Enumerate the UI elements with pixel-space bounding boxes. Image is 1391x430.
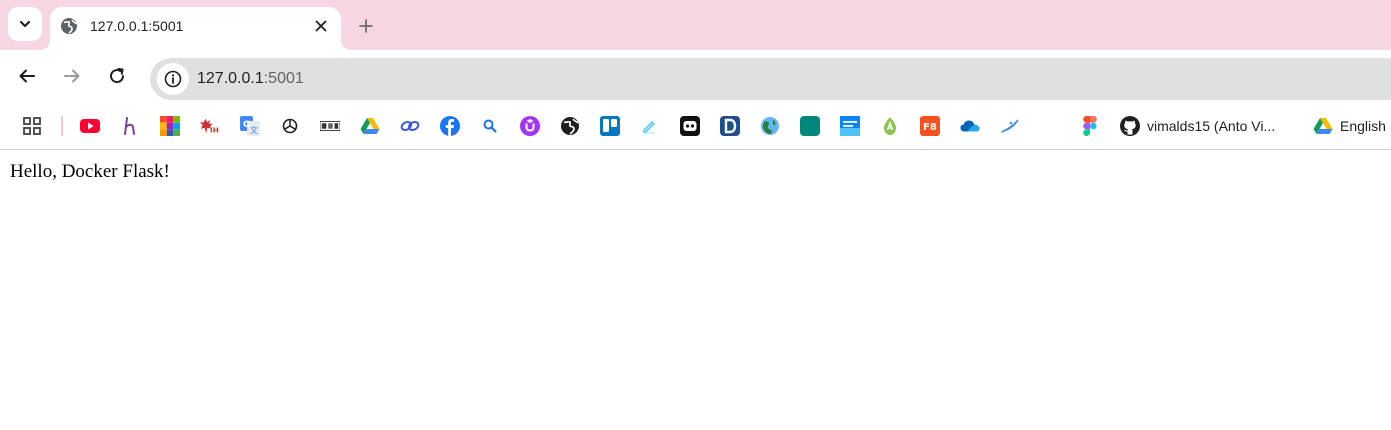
bookmark-figma[interactable] bbox=[1080, 116, 1100, 136]
interviewhelp-icon: IH bbox=[200, 118, 219, 134]
url-host: 127.0.0.1 bbox=[197, 70, 264, 87]
android-icon bbox=[884, 117, 896, 135]
link-icon bbox=[400, 120, 420, 132]
github-icon bbox=[1120, 116, 1140, 136]
onedrive-icon bbox=[960, 120, 980, 132]
svg-text:F8: F8 bbox=[923, 122, 937, 133]
arrow-left-icon bbox=[19, 69, 35, 83]
google-translate-icon: G文 bbox=[240, 116, 260, 136]
bookmark-microsoft[interactable] bbox=[160, 116, 180, 136]
freepik-icon bbox=[320, 121, 340, 131]
bookmark-udemy[interactable] bbox=[520, 116, 540, 136]
bookmark-robot[interactable] bbox=[680, 116, 700, 136]
arrow-right-icon bbox=[64, 69, 80, 83]
bookmark-search[interactable] bbox=[480, 116, 500, 136]
bookmark-link[interactable] bbox=[400, 116, 420, 136]
reload-button[interactable] bbox=[104, 63, 130, 89]
google-drive-icon bbox=[1313, 118, 1333, 134]
bookmark-interviewhelp[interactable]: IH bbox=[200, 116, 220, 136]
bookmark-globe[interactable] bbox=[560, 116, 580, 136]
reload-icon bbox=[110, 67, 125, 84]
globe-icon bbox=[61, 18, 77, 34]
info-icon bbox=[164, 70, 182, 88]
bookmark-google-translate[interactable]: G文 bbox=[240, 116, 260, 136]
f8-icon: F8 bbox=[920, 116, 940, 136]
tab-search-button[interactable] bbox=[8, 7, 42, 41]
chevron-down-icon bbox=[19, 20, 31, 28]
back-button[interactable] bbox=[14, 63, 40, 89]
plus-icon bbox=[359, 19, 373, 33]
bookmark-freepik[interactable] bbox=[320, 116, 340, 136]
figma-icon bbox=[1083, 116, 1097, 136]
bookmark-textdst[interactable] bbox=[840, 116, 860, 136]
url-port: :5001 bbox=[263, 70, 304, 87]
close-icon bbox=[315, 20, 327, 32]
bookmark-teal-square[interactable] bbox=[800, 116, 820, 136]
bookmark-onedrive[interactable] bbox=[960, 116, 980, 136]
new-tab-button[interactable] bbox=[354, 14, 378, 38]
bookmark-swoosh[interactable] bbox=[1000, 116, 1020, 136]
svg-text:文: 文 bbox=[250, 125, 258, 135]
tab-strip: 127.0.0.1:5001 bbox=[0, 0, 1391, 50]
tab-close-button[interactable] bbox=[311, 16, 331, 36]
bookmark-f8[interactable]: F8 bbox=[920, 116, 940, 136]
apps-button[interactable] bbox=[22, 116, 42, 136]
pen-icon bbox=[642, 121, 655, 134]
robot-icon bbox=[680, 116, 700, 136]
hackerrank-icon bbox=[124, 117, 135, 135]
bookmark-github[interactable] bbox=[1120, 116, 1140, 136]
openai-icon bbox=[282, 118, 298, 134]
url-text[interactable]: 127.0.0.1:5001 bbox=[197, 69, 304, 89]
forward-button[interactable] bbox=[59, 63, 85, 89]
page-content: Hello, Docker Flask! bbox=[0, 151, 1391, 430]
page-body-text: Hello, Docker Flask! bbox=[10, 161, 170, 182]
microsoft-icon bbox=[160, 116, 180, 136]
tab-title: 127.0.0.1:5001 bbox=[90, 18, 184, 34]
search-icon bbox=[483, 119, 497, 133]
bookmarks-bar: IH G文 F8 vimalds15 (Anto Vi... English bbox=[0, 102, 1391, 150]
bookmark-dev[interactable] bbox=[720, 116, 740, 136]
dev-icon bbox=[720, 116, 740, 136]
bookmark-youtube[interactable] bbox=[80, 116, 100, 136]
teal-square-icon bbox=[800, 116, 820, 136]
earth-icon bbox=[761, 117, 779, 135]
bookmark-trello[interactable] bbox=[600, 116, 620, 136]
udemy-icon bbox=[520, 116, 540, 136]
swoosh-icon bbox=[1001, 119, 1019, 133]
bookmarks-separator bbox=[61, 116, 63, 136]
globe-icon bbox=[561, 117, 579, 135]
bookmark-pen[interactable] bbox=[640, 116, 660, 136]
apps-grid-icon bbox=[23, 117, 41, 135]
address-bar[interactable]: 127.0.0.1:5001 bbox=[150, 58, 1391, 100]
svg-text:IH: IH bbox=[210, 125, 219, 134]
toolbar: 127.0.0.1:5001 bbox=[0, 50, 1391, 102]
textdst-icon bbox=[840, 116, 860, 136]
bookmark-hackerrank[interactable] bbox=[120, 116, 140, 136]
bookmark-facebook[interactable] bbox=[440, 116, 460, 136]
bookmark-google-drive[interactable] bbox=[360, 116, 380, 136]
bookmark-earth[interactable] bbox=[760, 116, 780, 136]
google-drive-icon bbox=[360, 118, 380, 134]
bookmark-drive-english[interactable] bbox=[1313, 116, 1333, 136]
tab-active[interactable]: 127.0.0.1:5001 bbox=[50, 7, 341, 50]
site-info-button[interactable] bbox=[157, 63, 189, 95]
bookmark-android[interactable] bbox=[880, 116, 900, 136]
youtube-icon bbox=[80, 119, 100, 133]
facebook-icon bbox=[440, 116, 460, 136]
bookmark-drive-english-label[interactable]: English bbox=[1340, 117, 1386, 135]
bookmark-github-label[interactable]: vimalds15 (Anto Vi... bbox=[1147, 117, 1275, 135]
bookmark-openai[interactable] bbox=[280, 116, 300, 136]
trello-icon bbox=[600, 116, 620, 136]
